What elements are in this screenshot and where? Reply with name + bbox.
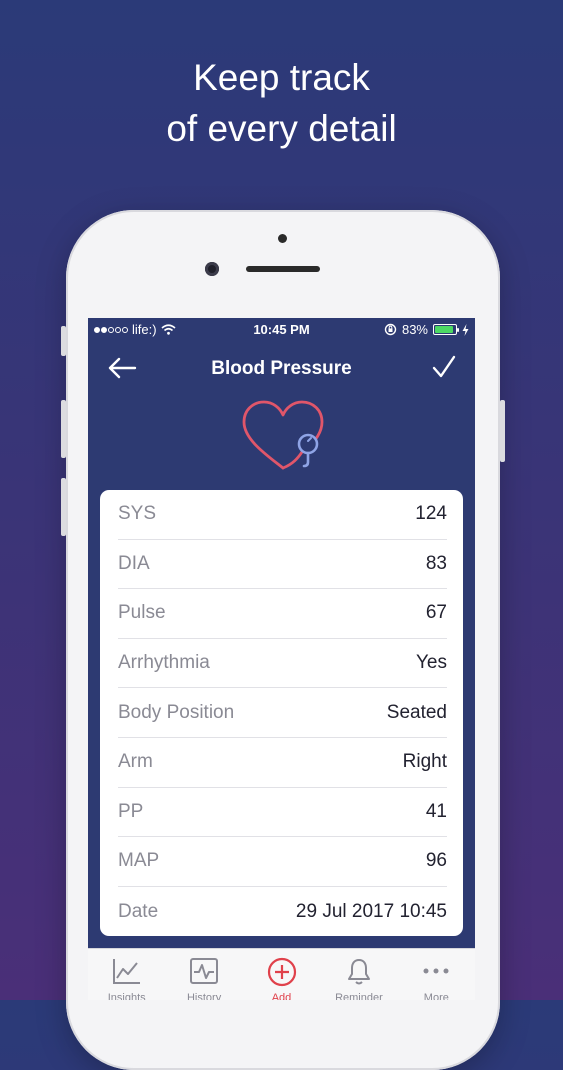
tab-bar: Insights History Add Reminder More	[88, 948, 475, 1000]
measurement-value: 124	[415, 503, 447, 525]
marketing-headline: Keep track of every detail	[0, 52, 563, 154]
tab-history[interactable]: History	[165, 949, 242, 1000]
measurement-value: 96	[425, 850, 447, 872]
tab-label: Reminder	[335, 992, 383, 1000]
tab-add[interactable]: Add	[243, 949, 320, 1000]
checkmark-icon[interactable]	[431, 354, 457, 380]
measurement-label: Arm	[118, 751, 153, 773]
measurement-value: 29 Jul 2017 10:45	[295, 900, 447, 922]
measurement-row[interactable]: Body Position Seated	[118, 688, 447, 738]
earpiece-speaker	[246, 266, 320, 272]
navigation-bar: Blood Pressure	[88, 348, 475, 388]
measurement-row[interactable]: PP 41	[118, 788, 447, 838]
measurement-value: Right	[402, 751, 447, 773]
measurement-row[interactable]: MAP 96	[118, 837, 447, 887]
headline-line-1: Keep track	[193, 57, 370, 98]
measurement-row[interactable]: DIA 83	[118, 540, 447, 590]
status-right: 83%	[384, 322, 469, 337]
status-bar: life:) 10:45 PM 83%	[88, 318, 475, 342]
mute-switch	[61, 326, 66, 356]
orientation-lock-icon	[384, 323, 397, 336]
headline-line-2: of every detail	[166, 108, 397, 149]
tab-more[interactable]: More	[398, 949, 475, 1000]
measurement-row[interactable]: Pulse 67	[118, 589, 447, 639]
tab-reminder[interactable]: Reminder	[320, 949, 397, 1000]
measurement-value: Yes	[416, 652, 447, 674]
measurement-label: PP	[118, 800, 144, 822]
page-title: Blood Pressure	[211, 358, 352, 379]
volume-down-button	[61, 478, 66, 536]
volume-up-button	[61, 400, 66, 458]
tab-insights[interactable]: Insights	[88, 949, 165, 1000]
measurement-value: 83	[425, 552, 447, 574]
measurement-value: 67	[425, 602, 447, 624]
battery-icon	[433, 324, 459, 335]
measurement-label: Arrhythmia	[118, 652, 210, 674]
battery-percent: 83%	[401, 322, 428, 337]
power-button	[500, 400, 505, 462]
measurement-row[interactable]: Arm Right	[118, 738, 447, 788]
battery-level-fill	[435, 326, 454, 333]
measurement-value: Seated	[386, 701, 447, 723]
measurement-row[interactable]: SYS 124	[118, 490, 447, 540]
proximity-sensor	[278, 234, 287, 243]
measurement-label: Body Position	[118, 701, 235, 723]
measurement-value: 41	[425, 800, 447, 822]
measurement-label: MAP	[118, 850, 160, 872]
measurement-label: Pulse	[118, 602, 166, 624]
charging-bolt-icon	[462, 323, 469, 336]
tab-label: Add	[271, 992, 292, 1000]
measurement-label: SYS	[118, 503, 157, 525]
front-camera	[205, 262, 219, 276]
tab-label: More	[423, 992, 449, 1000]
measurement-label: DIA	[118, 552, 150, 574]
app-screen: life:) 10:45 PM 83% Blood Pressure SYS 1…	[88, 318, 475, 1000]
measurements-card: SYS 124 DIA 83 Pulse 67 Arrhythmia Yes Body Posi…	[100, 490, 463, 936]
tab-label: History	[186, 992, 222, 1000]
measurement-row[interactable]: Arrhythmia Yes	[118, 639, 447, 689]
heart-stethoscope-icon	[242, 400, 324, 470]
measurement-label: Date	[118, 900, 159, 922]
tab-label: Insights	[107, 992, 146, 1000]
measurement-row[interactable]: Date 29 Jul 2017 10:45	[118, 887, 447, 936]
